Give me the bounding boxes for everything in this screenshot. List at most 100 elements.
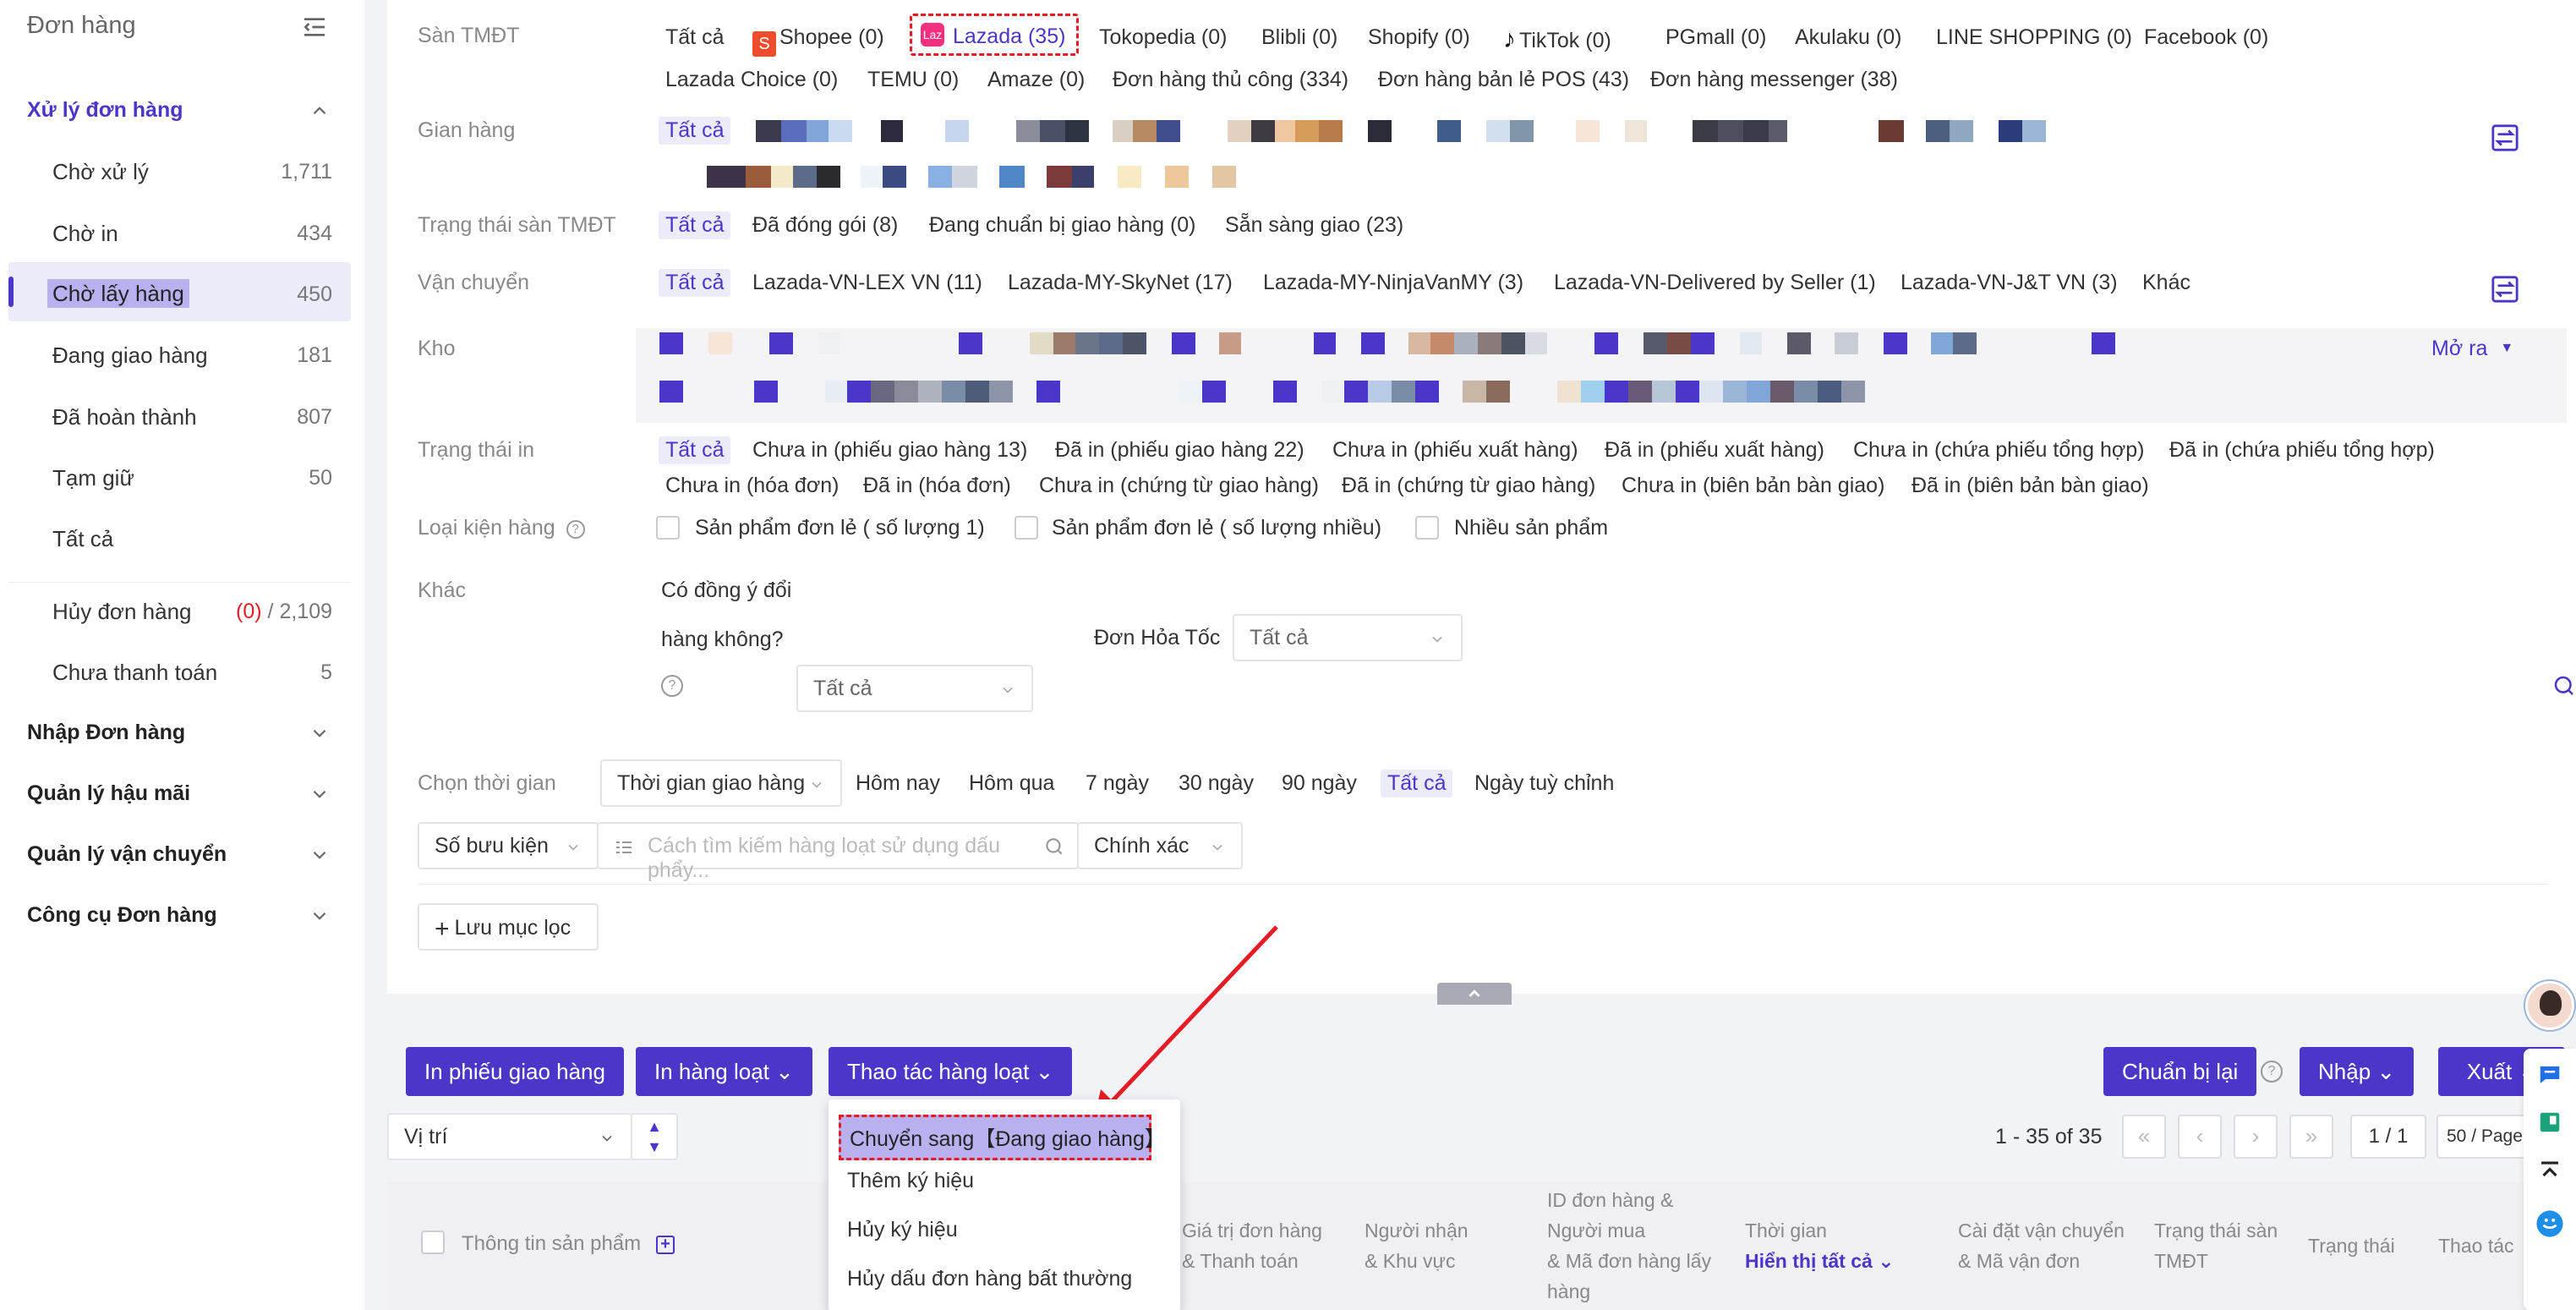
san-option-shopee[interactable]: S Shopee (0): [752, 25, 884, 57]
chevron-down-icon[interactable]: [309, 783, 331, 805]
loai-kien-checkbox-3[interactable]: [1415, 516, 1439, 540]
san-option-tokopedia[interactable]: Tokopedia (0): [1099, 25, 1227, 50]
import-button[interactable]: Nhập ⌄: [2300, 1047, 2415, 1096]
thoi-gian-option[interactable]: 90 ngày: [1282, 771, 1357, 796]
san-option-pos[interactable]: Đơn hàng bản lẻ POS (43): [1378, 68, 1629, 92]
trang-thai-in-option[interactable]: Đã in (hóa đơn): [863, 474, 1011, 498]
help-icon[interactable]: ?: [661, 675, 683, 697]
dropdown-item-remove-mark[interactable]: Hủy ký hiệu: [847, 1218, 958, 1242]
warehouse-list-redacted[interactable]: [659, 332, 2115, 354]
sidebar-item-tam-giu[interactable]: Tạm giữ: [52, 465, 134, 491]
collapse-menu-icon[interactable]: [301, 14, 328, 41]
van-chuyen-jt-vn[interactable]: Lazada-VN-J&T VN (3): [1901, 271, 2118, 295]
sidebar-group-xu-ly[interactable]: Xử lý đơn hàng: [27, 98, 183, 123]
san-option-thu-cong[interactable]: Đơn hàng thủ công (334): [1113, 68, 1348, 92]
bulk-print-button[interactable]: In hàng loạt ⌄: [636, 1047, 812, 1096]
search-icon[interactable]: [1043, 836, 1065, 858]
warehouse-list-redacted-row2[interactable]: [659, 381, 1865, 403]
dropdown-item-remove-abnormal[interactable]: Hủy dấu đơn hàng bất thường: [847, 1267, 1132, 1291]
san-option-messenger[interactable]: Đơn hàng messenger (38): [1650, 68, 1898, 92]
loai-kien-checkbox-2[interactable]: [1015, 516, 1038, 540]
print-shipping-button[interactable]: In phiếu giao hàng: [406, 1047, 624, 1096]
san-option-akulaku[interactable]: Akulaku (0): [1795, 25, 1901, 50]
avatar[interactable]: [2525, 981, 2574, 1030]
trang-thai-san-da-dong-goi[interactable]: Đã đóng gói (8): [752, 213, 898, 238]
sidebar-item-cho-in[interactable]: Chờ in: [52, 221, 118, 247]
san-option-line[interactable]: LINE SHOPPING (0): [1936, 25, 2132, 50]
save-filter-button[interactable]: + Lưu mục lọc: [418, 903, 599, 951]
van-chuyen-skynet[interactable]: Lazada-MY-SkyNet (17): [1008, 271, 1233, 295]
san-option-pgmall[interactable]: PGmall (0): [1665, 25, 1766, 50]
page-input[interactable]: 1 / 1: [2350, 1115, 2426, 1159]
chevron-up-icon[interactable]: [309, 100, 331, 122]
trang-thai-in-option[interactable]: Đã in (phiếu giao hàng 22): [1055, 438, 1304, 463]
chevron-down-icon[interactable]: [309, 905, 331, 927]
position-select[interactable]: Vị trí: [387, 1113, 632, 1160]
san-option-shopify[interactable]: Shopify (0): [1368, 25, 1470, 50]
expand-columns-icon[interactable]: +: [656, 1236, 675, 1254]
sidebar-item-tat-ca[interactable]: Tất cả: [52, 526, 113, 552]
trang-thai-in-option[interactable]: Chưa in (phiếu xuất hàng): [1332, 438, 1578, 463]
san-option-temu[interactable]: TEMU (0): [867, 68, 959, 92]
page-size-select[interactable]: 50 / Page: [2437, 1115, 2530, 1159]
back-to-top-icon[interactable]: [2537, 1159, 2562, 1184]
trang-thai-in-option[interactable]: Chưa in (chứa phiếu tổng hợp): [1853, 438, 2145, 463]
next-page-icon[interactable]: ›: [2234, 1115, 2278, 1159]
sidebar-item-huy-don-hang[interactable]: Hủy đơn hàng: [52, 599, 192, 625]
sidebar-group-hau-mai[interactable]: Quản lý hậu mãi: [27, 781, 190, 806]
san-option-blibli[interactable]: Blibli (0): [1261, 25, 1337, 50]
trang-thai-in-option[interactable]: Chưa in (hóa đơn): [665, 474, 839, 498]
van-chuyen-all[interactable]: Tất cả: [659, 269, 731, 297]
trang-thai-san-dang-chuan-bi[interactable]: Đang chuẩn bị giao hàng (0): [929, 213, 1196, 238]
warehouse-expand[interactable]: Mở ra ▼: [2431, 337, 2513, 361]
sidebar-item-chua-thanh-toan[interactable]: Chưa thanh toán: [52, 660, 217, 686]
van-chuyen-lex-vn[interactable]: Lazada-VN-LEX VN (11): [752, 271, 982, 295]
trang-thai-in-option[interactable]: Chưa in (phiếu giao hàng 13): [752, 438, 1027, 463]
sidebar-item-cho-xu-ly[interactable]: Chờ xử lý: [52, 159, 149, 185]
thoi-gian-option[interactable]: 7 ngày: [1086, 771, 1149, 796]
van-chuyen-delivered-by-seller[interactable]: Lazada-VN-Delivered by Seller (1): [1554, 271, 1876, 295]
swap-filter-icon[interactable]: [2491, 123, 2519, 152]
sidebar-item-cho-lay-hang[interactable]: Chờ lấy hàng: [47, 279, 189, 308]
van-chuyen-ninjavan[interactable]: Lazada-MY-NinjaVanMY (3): [1263, 271, 1523, 295]
sidebar-group-cong-cu[interactable]: Công cụ Đơn hàng: [27, 903, 217, 928]
sidebar-group-van-chuyen[interactable]: Quản lý vận chuyển: [27, 842, 227, 867]
search-mode-select[interactable]: Chính xác: [1077, 822, 1243, 869]
first-page-icon[interactable]: «: [2122, 1115, 2166, 1159]
san-option-tiktok[interactable]: ♪ TikTok (0): [1503, 25, 1611, 54]
san-option-lazada[interactable]: Laz Lazada (35): [910, 14, 1079, 56]
search-icon[interactable]: [2551, 673, 2576, 699]
san-option-amaze[interactable]: Amaze (0): [987, 68, 1085, 92]
gian-hang-option-all[interactable]: Tất cả: [659, 117, 731, 145]
chat-icon[interactable]: [2537, 1062, 2562, 1088]
dropdown-item-move-to-shipping[interactable]: Chuyển sang【Đang giao hàng】: [839, 1115, 1166, 1160]
trang-thai-in-option[interactable]: Chưa in (chứng từ giao hàng): [1039, 474, 1319, 498]
select-all-checkbox[interactable]: [421, 1231, 445, 1254]
thoi-gian-option[interactable]: Hôm nay: [856, 771, 940, 796]
dong-y-doi-select[interactable]: Tất cả: [796, 665, 1033, 712]
bulk-action-button[interactable]: Thao tác hàng loạt ⌄: [829, 1047, 1073, 1096]
show-all-time-link[interactable]: Hiển thị tất cả ⌄: [1745, 1246, 1894, 1276]
trang-thai-in-option[interactable]: Đã in (chứng từ giao hàng): [1342, 474, 1595, 498]
thoi-gian-select[interactable]: Thời gian giao hàng: [600, 759, 842, 807]
trang-thai-in-option[interactable]: Đã in (biên bản bàn giao): [1911, 474, 2149, 498]
help-icon[interactable]: ?: [2261, 1061, 2283, 1083]
san-option-lazada-choice[interactable]: Lazada Choice (0): [665, 68, 838, 92]
loai-kien-checkbox-1[interactable]: [656, 516, 680, 540]
van-chuyen-khac[interactable]: Khác: [2142, 271, 2190, 295]
collapse-filter-handle[interactable]: [1437, 983, 1512, 1005]
chevron-down-icon[interactable]: [309, 844, 331, 866]
sidebar-group-nhap[interactable]: Nhập Đơn hàng: [27, 721, 185, 745]
sort-button[interactable]: ▲ ▼: [631, 1113, 678, 1160]
trang-thai-in-all[interactable]: Tất cả: [659, 436, 731, 464]
trang-thai-san-all[interactable]: Tất cả: [659, 211, 731, 239]
dropdown-item-add-mark[interactable]: Thêm ký hiệu: [847, 1169, 974, 1193]
search-input[interactable]: Cách tìm kiếm hàng loạt sử dụng dấu phẩy…: [597, 822, 1079, 882]
search-field-select[interactable]: Số bưu kiện: [418, 822, 599, 869]
support-icon[interactable]: [2535, 1209, 2564, 1238]
thoi-gian-option-custom[interactable]: Ngày tuỳ chỉnh: [1474, 771, 1614, 796]
swap-filter-icon[interactable]: [2491, 275, 2519, 304]
trang-thai-san-san-sang[interactable]: Sẵn sàng giao (23): [1225, 213, 1403, 238]
chevron-down-icon[interactable]: [309, 722, 331, 744]
thoi-gian-option[interactable]: Hôm qua: [969, 771, 1054, 796]
